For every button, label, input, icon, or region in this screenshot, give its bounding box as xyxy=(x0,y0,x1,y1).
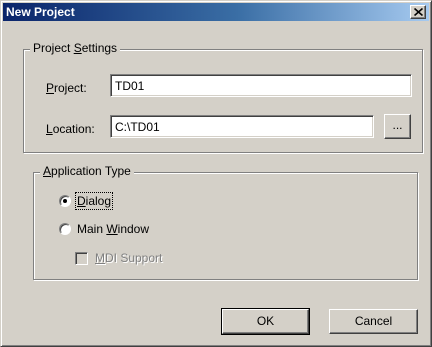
location-label: Location: xyxy=(46,122,95,136)
browse-label: ... xyxy=(392,118,403,132)
new-project-dialog: New Project Project Settings Project: TD… xyxy=(0,0,432,347)
radio-selected-dot xyxy=(63,199,67,203)
project-name-input[interactable]: TD01 xyxy=(110,74,412,97)
mdi-support-label: MDI Support xyxy=(95,251,163,265)
window-title: New Project xyxy=(6,5,75,19)
ok-label: OK xyxy=(256,314,275,328)
mdi-support-checkbox[interactable] xyxy=(75,252,88,265)
location-input[interactable]: C:\TD01 xyxy=(110,115,374,138)
cancel-label: Cancel xyxy=(354,314,393,328)
main-window-radio[interactable] xyxy=(59,223,71,235)
project-name-value: TD01 xyxy=(115,79,145,93)
close-button[interactable] xyxy=(410,5,426,19)
project-settings-legend: Project Settings xyxy=(30,41,121,55)
application-type-legend: Application Type xyxy=(40,164,134,178)
main-window-option-label[interactable]: Main Window xyxy=(77,222,149,236)
title-bar[interactable]: New Project xyxy=(3,3,429,21)
close-icon xyxy=(414,8,423,16)
location-value: C:\TD01 xyxy=(115,120,160,134)
ok-button[interactable]: OK xyxy=(221,308,310,335)
project-label: Project: xyxy=(46,81,87,95)
dialog-option-label[interactable]: Dialog xyxy=(74,192,114,210)
browse-button[interactable]: ... xyxy=(384,114,411,139)
dialog-radio[interactable] xyxy=(59,195,71,207)
cancel-button[interactable]: Cancel xyxy=(329,309,418,334)
